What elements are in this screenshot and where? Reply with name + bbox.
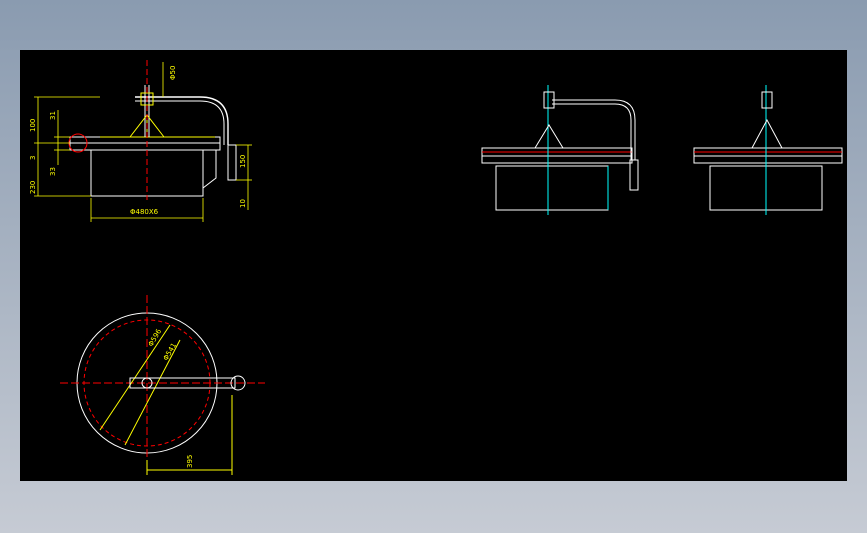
dim-h33: 33 — [49, 167, 57, 176]
side-view-2 — [693, 85, 843, 215]
dim-plan-dia2: Φ541 — [162, 342, 178, 362]
dim-plan-dia1: Φ596 — [147, 327, 164, 348]
side-view-1 — [481, 85, 639, 215]
dim-plan-len: 395 — [186, 455, 194, 468]
front-dimensions — [34, 62, 252, 222]
drawing-canvas[interactable]: Φ50 100 31 3 33 230 150 10 Φ480X6 Φ596 Φ… — [20, 50, 847, 481]
bottom-flange — [69, 142, 221, 151]
top-flange — [69, 136, 221, 144]
dim-h100: 100 — [29, 119, 37, 132]
dim-h31: 31 — [49, 111, 57, 120]
hinge-bracket — [202, 149, 217, 190]
cad-drawing: Φ50 100 31 3 33 230 150 10 Φ480X6 Φ596 Φ… — [29, 60, 843, 475]
dim-h150: 150 — [239, 155, 247, 168]
front-dimension-labels: Φ50 100 31 3 33 230 150 10 Φ480X6 — [29, 66, 247, 216]
dim-top-pipe-dia: Φ50 — [169, 66, 177, 80]
dim-h3: 3 — [29, 156, 37, 160]
plan-view — [60, 295, 265, 475]
dim-bottom-dia: Φ480X6 — [130, 208, 159, 216]
dim-h10: 10 — [239, 199, 247, 208]
dim-h230: 230 — [29, 181, 37, 194]
front-elevation-view — [68, 60, 237, 200]
